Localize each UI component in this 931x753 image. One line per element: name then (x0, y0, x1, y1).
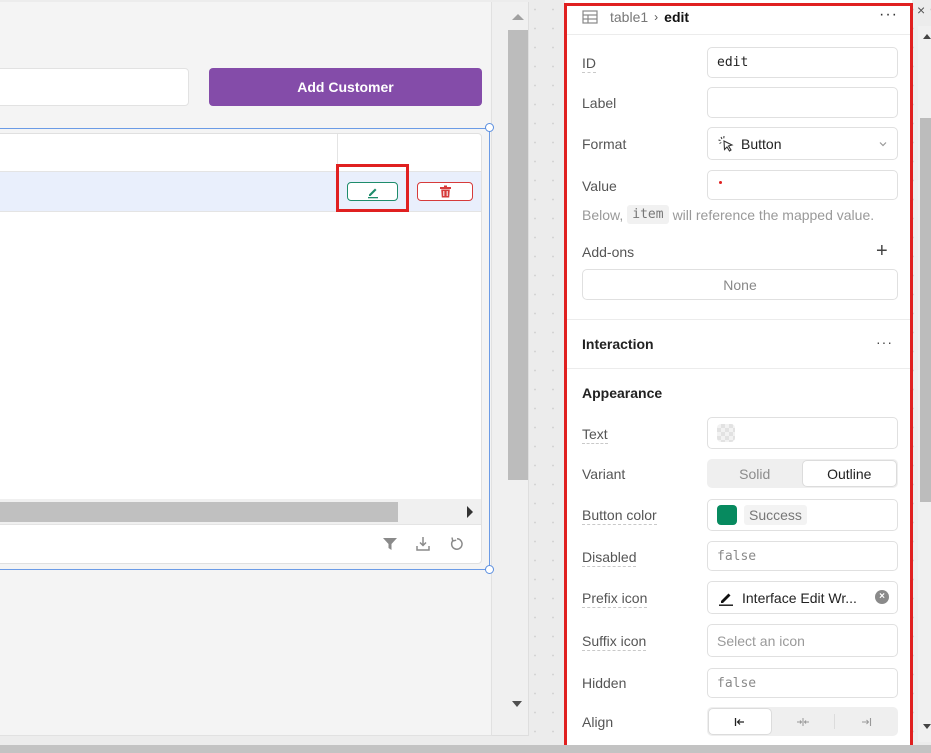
align-left-icon (734, 717, 744, 726)
breadcrumb-separator: › (654, 10, 659, 24)
align-label: Align (582, 714, 614, 730)
interaction-more-button[interactable]: ··· (876, 334, 893, 350)
variant-solid-option[interactable]: Solid (708, 460, 802, 487)
disabled-value: false (717, 548, 757, 564)
pencil-icon (719, 593, 733, 606)
format-label: Format (582, 136, 627, 152)
scroll-down-arrow-icon[interactable] (512, 701, 522, 707)
variant-toggle[interactable]: Solid Outline (707, 459, 898, 488)
customers-table (0, 133, 482, 564)
align-right-option[interactable] (835, 708, 897, 735)
format-select[interactable]: Button (707, 127, 898, 160)
preview-vertical-scrollbar[interactable] (492, 2, 529, 736)
suffix-icon-label: Suffix icon (582, 633, 647, 651)
text-field[interactable] (707, 417, 898, 449)
hidden-field[interactable]: false (707, 668, 898, 698)
variant-outline-option[interactable]: Outline (801, 460, 897, 487)
prefix-icon-select[interactable]: Interface Edit Wr... × (707, 581, 898, 614)
value-label: Value (582, 178, 617, 194)
section-divider (565, 319, 912, 320)
suffix-icon-placeholder: Select an icon (717, 632, 805, 649)
download-button[interactable] (414, 535, 432, 553)
scroll-up-arrow-icon[interactable] (512, 14, 524, 20)
disabled-field[interactable]: false (707, 541, 898, 571)
inspector-header: table1 › edit ··· (565, 0, 912, 35)
addons-value: None (723, 276, 757, 293)
download-icon (416, 537, 430, 551)
color-swatch[interactable] (717, 505, 737, 525)
helper-suffix: will reference the mapped value. (672, 206, 875, 223)
value-field[interactable] (707, 170, 898, 200)
align-center-icon (797, 717, 809, 726)
required-dot (719, 180, 722, 184)
hidden-label: Hidden (582, 675, 627, 691)
trash-icon (439, 185, 451, 198)
button-color-field[interactable]: Success (707, 499, 898, 531)
button-color-value: Success (744, 505, 807, 525)
scroll-up-arrow-icon[interactable] (923, 34, 931, 39)
add-addon-button[interactable]: + (876, 241, 888, 261)
hidden-value: false (717, 675, 757, 691)
more-options-button[interactable]: ··· (879, 6, 898, 24)
inspector-panel: table1 › edit ··· ID edit Label Format B… (565, 0, 912, 753)
label-field[interactable] (707, 87, 898, 118)
horizontal-scroll-thumb[interactable] (0, 502, 398, 522)
breadcrumb-current: edit (664, 9, 690, 25)
chevron-down-icon (879, 142, 887, 147)
addons-label: Add-ons (582, 244, 635, 260)
table-horizontal-scrollbar[interactable] (0, 499, 481, 525)
id-field[interactable]: edit (707, 47, 898, 78)
clear-icon[interactable]: × (875, 590, 889, 604)
inspector-scrollbar[interactable] (918, 26, 931, 742)
resize-handle-bottom-right[interactable] (485, 565, 494, 574)
prefix-icon-label: Prefix icon (582, 590, 648, 608)
scroll-thumb[interactable] (508, 30, 528, 480)
align-toggle[interactable] (707, 707, 898, 736)
prefix-icon-value: Interface Edit Wr... (742, 589, 857, 606)
refresh-icon (450, 537, 463, 550)
helper-text: Below, item will reference the mapped va… (582, 205, 874, 224)
disabled-label: Disabled (582, 549, 637, 567)
label-label: Label (582, 95, 617, 111)
align-right-icon (862, 717, 872, 726)
addons-list: None (582, 269, 898, 300)
helper-code: item (627, 205, 669, 224)
scroll-down-arrow-icon[interactable] (923, 724, 931, 729)
transparent-icon (717, 424, 735, 442)
filter-icon (383, 538, 397, 550)
refresh-button[interactable] (448, 535, 466, 553)
suffix-icon-select[interactable]: Select an icon (707, 624, 898, 657)
text-label: Text (582, 426, 608, 444)
bottom-scrollbar[interactable] (0, 745, 931, 753)
format-value: Button (741, 135, 782, 152)
id-value: edit (717, 55, 749, 70)
breadcrumb-parent[interactable]: table1 (610, 9, 648, 25)
variant-label: Variant (582, 466, 626, 482)
scroll-right-arrow-icon[interactable] (467, 506, 473, 518)
delete-row-button[interactable] (417, 182, 473, 201)
helper-prefix: Below, (582, 206, 624, 223)
section-divider (565, 368, 912, 369)
resize-handle-top-right[interactable] (485, 123, 494, 132)
cursor-click-icon (718, 135, 734, 152)
id-label: ID (582, 55, 596, 73)
close-panel-button[interactable]: × (917, 2, 925, 18)
add-customer-button[interactable]: Add Customer (209, 68, 482, 106)
search-input[interactable] (0, 68, 189, 106)
interaction-section-title[interactable]: Interaction (582, 336, 654, 352)
align-center-option[interactable] (772, 708, 834, 735)
inspector-scroll-thumb[interactable] (920, 118, 931, 502)
button-color-label: Button color (582, 507, 657, 525)
align-left-option[interactable] (708, 708, 772, 735)
appearance-section-title: Appearance (582, 385, 663, 401)
filter-button[interactable] (381, 535, 399, 553)
table-icon (582, 10, 598, 24)
edit-button-highlight (336, 164, 409, 212)
